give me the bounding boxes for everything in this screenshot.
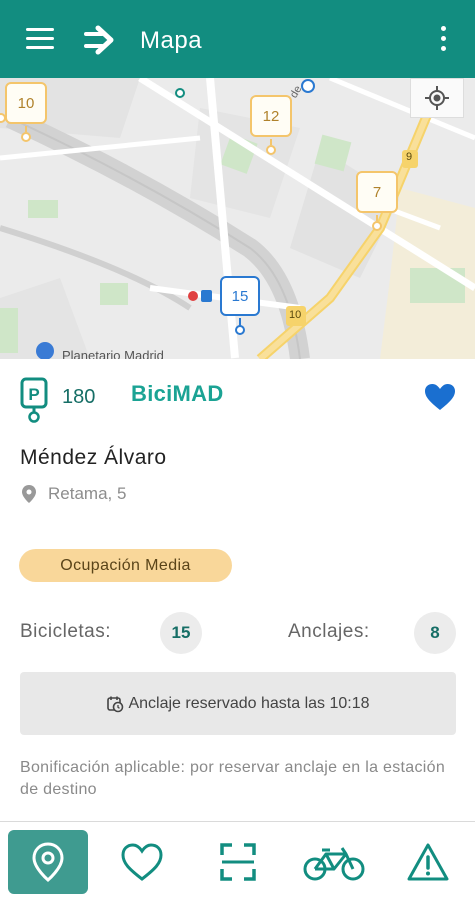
dock-count: 180 <box>62 386 96 408</box>
scan-qr-icon <box>220 843 256 881</box>
bikes-label: Bicicletas: <box>20 621 112 642</box>
nav-map[interactable] <box>8 830 88 894</box>
my-location-button[interactable] <box>410 78 464 118</box>
nav-bike[interactable] <box>294 830 374 894</box>
place-label-planetario: Planetario Madrid <box>62 348 164 359</box>
marker-label: 12 <box>262 107 280 125</box>
map-view[interactable]: 9 10 de Planetario Madrid 10 12 7 15 <box>0 78 475 359</box>
app-bar: Mapa <box>0 0 475 78</box>
marker-label: 10 <box>17 94 35 112</box>
station-marker[interactable]: 7 <box>356 171 398 213</box>
nav-report[interactable] <box>388 830 468 894</box>
bicycle-icon <box>303 847 365 881</box>
marker-dot <box>235 325 245 335</box>
svg-text:P: P <box>28 385 39 404</box>
road-label-10: 10 <box>289 309 302 321</box>
map-pin-icon <box>32 842 64 882</box>
station-marker-selected[interactable]: 15 <box>220 276 260 316</box>
parking-dock-icon: P <box>20 377 48 423</box>
road-label-9: 9 <box>406 151 413 163</box>
bicimad-arrow-logo <box>84 25 114 55</box>
calendar-clock-icon <box>107 696 124 712</box>
my-location-icon <box>425 86 449 110</box>
heart-outline-icon <box>121 843 163 881</box>
marker-dot <box>266 145 276 155</box>
occupancy-badge: Ocupación Media <box>19 549 232 582</box>
more-vert-icon[interactable] <box>436 26 450 56</box>
menu-icon[interactable] <box>26 28 54 52</box>
marker-dot <box>175 88 185 98</box>
map-base <box>0 78 475 359</box>
address-text: Retama, 5 <box>48 484 127 503</box>
favorite-heart-icon[interactable] <box>424 383 456 411</box>
reservation-banner[interactable]: Anclaje reservado hasta las 10:18 <box>20 672 456 735</box>
docks-label: Anclajes: <box>288 621 370 642</box>
station-address: Retama, 5 <box>22 484 126 504</box>
bikes-count: 15 <box>160 612 202 654</box>
warning-icon <box>407 843 449 881</box>
docks-count: 8 <box>414 612 456 654</box>
location-pin-icon <box>22 485 36 503</box>
marker-dot <box>372 221 382 231</box>
brand-label: BiciMAD <box>131 381 224 406</box>
page-title: Mapa <box>140 27 203 54</box>
bottom-navigation <box>0 821 475 900</box>
bonus-note: Bonificación aplicable: por reservar anc… <box>20 759 446 798</box>
marker-label: 15 <box>231 287 249 305</box>
station-marker[interactable]: 10 <box>5 82 47 124</box>
nav-scan[interactable] <box>198 830 278 894</box>
station-marker[interactable]: 12 <box>250 95 292 137</box>
nav-favorites[interactable] <box>102 830 182 894</box>
marker-label: 7 <box>372 183 382 201</box>
marker-dot <box>21 132 31 142</box>
station-name: Méndez Álvaro <box>20 446 167 469</box>
reservation-text: Anclaje reservado hasta las 10:18 <box>128 694 370 712</box>
